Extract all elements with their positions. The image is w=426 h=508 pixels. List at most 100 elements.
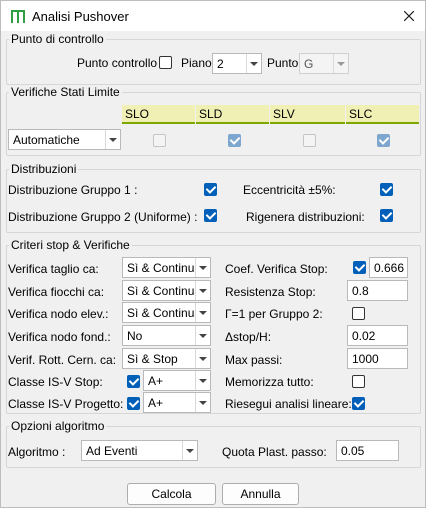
eccentricita-checkbox[interactable]: [380, 183, 393, 196]
riesegui-checkbox[interactable]: [352, 397, 365, 410]
column-header-slv: SLV: [270, 105, 345, 124]
column-header-label: SLO: [125, 107, 150, 121]
punto-value: G: [304, 57, 314, 71]
max-passi-label: Max passi:: [225, 353, 283, 367]
coef-verifica-input[interactable]: 0.666: [369, 257, 408, 278]
criteri-row-value: Sì & Continua: [127, 306, 202, 320]
max-passi-input[interactable]: 1000: [347, 348, 408, 369]
close-button[interactable]: [397, 4, 421, 28]
punto-label: Punto: [267, 56, 299, 70]
punto-controllo-checkbox[interactable]: [159, 56, 172, 69]
chevron-down-icon: [246, 54, 261, 73]
window-title: Analisi Pushover: [32, 9, 129, 24]
verifiche-mode-value: Automatiche: [13, 133, 80, 147]
chevron-down-icon: [182, 441, 197, 460]
coef-verifica-checkbox[interactable]: [353, 261, 366, 274]
group-title-criteri: Criteri stop & Verifiche: [9, 238, 132, 252]
dstop-label: Δstop/H:: [225, 330, 272, 344]
annulla-button[interactable]: Annulla: [222, 483, 299, 505]
dstop-value: 0.02: [352, 329, 376, 343]
quota-plast-label: Quota Plast. passo:: [222, 445, 327, 459]
resistenza-stop-input[interactable]: 0.8: [347, 280, 408, 301]
eccentricita-label: Eccentricità ±5%:: [243, 183, 336, 197]
criteri-row-label: Verifica fiocchi ca:: [8, 285, 105, 299]
riesegui-label: Riesegui analisi lineare:: [225, 397, 352, 411]
distribuzione-gruppo1-checkbox[interactable]: [204, 183, 217, 196]
slc-checkbox[interactable]: [377, 134, 390, 147]
chevron-down-icon: [105, 130, 120, 149]
rigenera-label: Rigenera distribuzioni:: [246, 210, 365, 224]
criteri-row-select[interactable]: Sì & Stop: [122, 348, 211, 369]
chevron-down-icon: [195, 371, 210, 390]
criteri-row-value: Sì & Continua: [127, 261, 202, 275]
building-icon: [11, 10, 25, 23]
gamma-gruppo2-checkbox[interactable]: [352, 307, 365, 320]
group-title-opzioni: Opzioni algoritmo: [9, 419, 107, 433]
sld-checkbox[interactable]: [228, 134, 241, 147]
chevron-down-icon: [195, 303, 210, 322]
quota-plast-value: 0.05: [341, 444, 365, 458]
group-title-punto: Punto di controllo: [9, 32, 106, 46]
max-passi-value: 1000: [352, 352, 379, 366]
classe-stop-select[interactable]: A+: [143, 370, 211, 391]
criteri-row-select[interactable]: Sì & Continua: [122, 257, 211, 278]
classe-progetto-select[interactable]: A+: [143, 392, 211, 413]
close-icon: [404, 11, 414, 21]
column-header-label: SLV: [273, 107, 295, 121]
algoritmo-select[interactable]: Ad Eventi: [81, 440, 198, 461]
chevron-down-icon: [195, 281, 210, 300]
distribuzione-gruppo2-checkbox[interactable]: [204, 209, 217, 222]
column-header-sld: SLD: [196, 105, 269, 124]
piano-value: 2: [217, 57, 224, 71]
column-header-label: SLC: [349, 107, 373, 121]
criteri-row-select[interactable]: Sì & Continua: [122, 302, 211, 323]
criteri-row-label: Verifica taglio ca:: [8, 262, 99, 276]
criteri-row-select[interactable]: No: [122, 325, 211, 346]
dstop-input[interactable]: 0.02: [347, 325, 408, 346]
column-header-label: SLD: [199, 107, 223, 121]
punto-select[interactable]: G: [299, 53, 349, 74]
distribuzione-gruppo2-label: Distribuzione Gruppo 2 (Uniforme) :: [8, 210, 198, 224]
gamma-gruppo2-label: Γ=1 per Gruppo 2:: [225, 307, 323, 321]
resistenza-stop-value: 0.8: [352, 284, 369, 298]
chevron-down-icon: [195, 258, 210, 277]
chevron-down-icon: [195, 393, 210, 412]
verifiche-mode-select[interactable]: Automatiche: [8, 129, 121, 150]
memorizza-checkbox[interactable]: [352, 375, 365, 388]
column-header-slo: SLO: [122, 105, 195, 124]
memorizza-label: Memorizza tutto:: [225, 375, 314, 389]
classe-stop-label: Classe IS-V Stop:: [8, 375, 103, 389]
chevron-down-icon: [195, 349, 210, 368]
group-title-distribuzioni: Distribuzioni: [9, 162, 79, 176]
slo-checkbox[interactable]: [153, 134, 166, 147]
criteri-row-value: Sì & Continua: [127, 284, 202, 298]
criteri-row-value: Sì & Stop: [127, 352, 178, 366]
piano-label: Piano: [181, 56, 212, 70]
criteri-row-value: No: [127, 329, 143, 343]
classe-stop-value: A+: [148, 374, 164, 388]
chevron-down-icon: [195, 326, 210, 345]
criteri-row-select[interactable]: Sì & Continua: [122, 280, 211, 301]
classe-progetto-label: Classe IS-V Progetto:: [8, 397, 124, 411]
quota-plast-input[interactable]: 0.05: [336, 440, 399, 461]
calcola-button[interactable]: Calcola: [127, 483, 216, 505]
classe-progetto-checkbox[interactable]: [127, 397, 140, 410]
column-header-slc: SLC: [346, 105, 419, 124]
classe-progetto-value: A+: [148, 396, 164, 410]
punto-controllo-label: Punto controllo: [77, 56, 158, 70]
rigenera-checkbox[interactable]: [380, 209, 393, 222]
resistenza-stop-label: Resistenza Stop:: [225, 285, 316, 299]
coef-verifica-value: 0.666: [374, 261, 405, 275]
group-title-verifiche: Verifiche Stati Limite: [9, 85, 122, 99]
title-bar: Analisi Pushover: [1, 1, 425, 31]
piano-select[interactable]: 2: [212, 53, 262, 74]
slv-checkbox[interactable]: [303, 134, 316, 147]
algoritmo-label: Algoritmo :: [8, 445, 66, 459]
distribuzione-gruppo1-label: Distribuzione Gruppo 1 :: [8, 183, 138, 197]
chevron-down-icon: [333, 54, 348, 73]
classe-stop-checkbox[interactable]: [127, 375, 140, 388]
criteri-row-label: Verifica nodo elev.:: [8, 307, 109, 321]
coef-verifica-label: Coef. Verifica Stop:: [225, 262, 328, 276]
criteri-row-label: Verifica nodo fond.:: [8, 330, 111, 344]
algoritmo-value: Ad Eventi: [86, 444, 138, 458]
